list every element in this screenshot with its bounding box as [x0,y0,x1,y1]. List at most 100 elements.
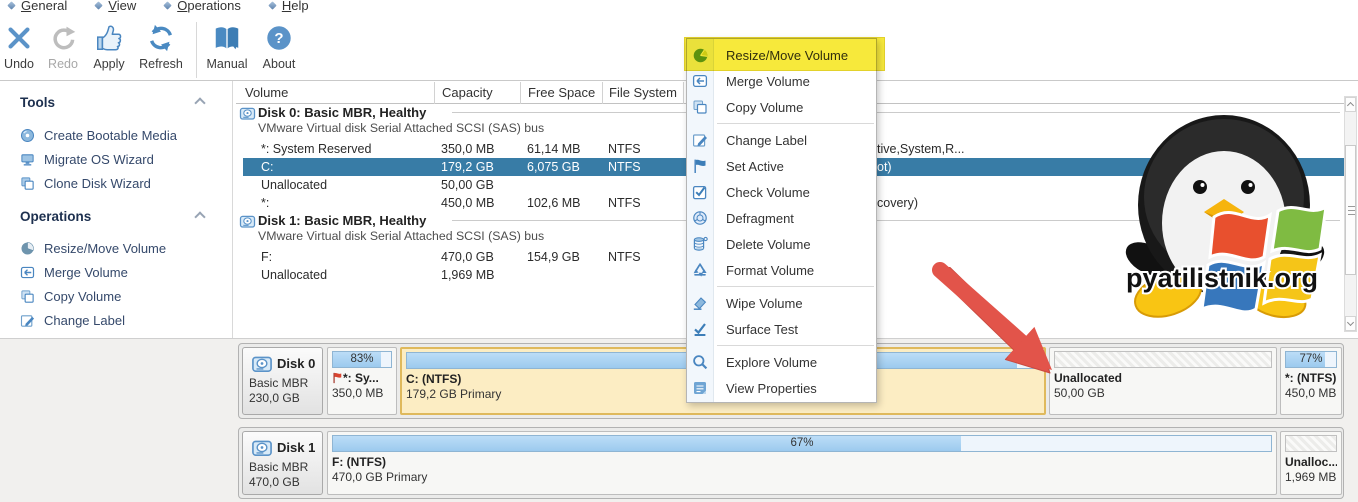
context-item-delete-volume[interactable]: Delete Volume [687,231,876,257]
disk-icon [250,353,274,375]
menu-view-label: View [108,0,136,13]
usage-bar: 83% [332,351,392,368]
usage-bar: 67% [332,435,1272,452]
sidebar-item-create-bootable-media[interactable]: Create Bootable Media [0,123,233,147]
sidebar-item-resize-move-volume[interactable]: Resize/Move Volume [0,236,233,260]
sidebar-item-copy-volume[interactable]: Copy Volume [0,284,233,308]
menu-diamond-icon [7,1,15,9]
active-flag-icon [332,372,343,384]
partition-label: Unalloc... [1285,455,1337,469]
context-item-set-active[interactable]: Set Active [687,153,876,179]
context-item-merge-volume[interactable]: Merge Volume [687,68,876,94]
context-item-copy-volume[interactable]: Copy Volume [687,94,876,120]
manual-button[interactable]: Manual [203,20,251,71]
chevron-up-icon [1347,102,1354,109]
menu-separator [717,345,874,346]
redo-button[interactable]: Redo [44,20,82,71]
merge-icon [20,265,35,280]
menu-help[interactable]: Help [269,0,309,13]
undo-icon [0,20,38,56]
context-item-format-volume[interactable]: Format Volume [687,257,876,283]
menu-general[interactable]: General [8,0,67,13]
chevron-down-icon [1347,319,1354,326]
refresh-button[interactable]: Refresh [132,20,190,71]
disk0-size: 230,0 GB [249,391,322,405]
partition-system-reserved[interactable]: 83% *: Sy... 350,0 MB [327,347,397,415]
context-item-check-volume[interactable]: Check Volume [687,179,876,205]
sidebar-section-tools: Tools [20,95,55,110]
context-item-explore-volume[interactable]: Explore Volume [687,349,876,375]
disk0-title: Disk 0: Basic MBR, Healthy [258,105,426,120]
pencil-icon [20,313,35,328]
disk-icon [239,105,256,122]
menu-separator [717,286,874,287]
apply-button[interactable]: Apply [88,20,130,71]
context-item-resize-move-volume[interactable]: Resize/Move Volume [687,42,876,68]
partition-label: *: (NTFS) [1285,371,1337,385]
menu-general-label: General [21,0,67,13]
sidebar-item-merge-volume[interactable]: Merge Volume [0,260,233,284]
context-item-defragment[interactable]: Defragment [687,205,876,231]
column-free-space[interactable]: Free Space [528,85,595,100]
sidebar-item-migrate-os-wizard[interactable]: Migrate OS Wizard [0,147,233,171]
redo-label: Redo [44,57,82,71]
column-capacity[interactable]: Capacity [442,85,493,100]
about-button[interactable]: About [257,20,301,71]
menu-help-label: Help [282,0,309,13]
partition-size: 1,969 MB [1285,470,1337,484]
disk1-size: 470,0 GB [249,475,322,489]
partition-label: *: Sy... [343,371,379,385]
column-file-system[interactable]: File System [609,85,677,100]
collapse-operations-icon[interactable] [194,211,205,222]
menu-separator [717,123,874,124]
partition-f-drive[interactable]: 67% F: (NTFS) 470,0 GB Primary [327,431,1277,495]
partition-unallocated-disk0[interactable]: Unallocated 50,00 GB [1049,347,1277,415]
disk-map-panel: Disk 0 Basic MBR 230,0 GB 83% *: Sy... 3… [0,338,1358,502]
magnifier-icon [692,354,708,370]
sidebar-item-clone-disk-wizard[interactable]: Clone Disk Wizard [0,171,233,195]
menu-operations-label: Operations [177,0,241,13]
toolbar: Undo Redo Apply Refresh Manual About [0,14,1358,80]
disk1-info-block[interactable]: Disk 1 Basic MBR 470,0 GB [242,431,323,495]
sidebar-item-label: Clone Disk Wizard [44,176,151,191]
merge-icon [692,73,708,89]
context-item-surface-test[interactable]: Surface Test [687,316,876,342]
sidebar-item-label: Copy Volume [44,289,121,304]
scroll-down-button[interactable] [1345,316,1356,331]
partition-size: 470,0 GB Primary [332,470,1272,484]
scroll-up-button[interactable] [1345,97,1356,112]
collapse-tools-icon[interactable] [194,97,205,108]
sidebar-item-label: Create Bootable Media [44,128,177,143]
context-item-wipe-volume[interactable]: Wipe Volume [687,290,876,316]
recycle-icon [692,262,708,278]
partition-unallocated-disk1[interactable]: Unalloc... 1,969 MB [1280,431,1342,495]
copy-icon [692,99,708,115]
vertical-scrollbar[interactable] [1344,96,1357,332]
unallocated-bar [1285,435,1337,452]
toolbar-separator [196,22,197,78]
scrollbar-thumb[interactable] [1345,145,1356,275]
undo-button[interactable]: Undo [0,20,38,71]
disk0-subtitle: VMware Virtual disk Serial Attached SCSI… [258,121,544,135]
disk0-type: Basic MBR [249,376,322,390]
partition-size: 450,0 MB [1285,386,1337,400]
disk1-type: Basic MBR [249,460,322,474]
context-item-view-properties[interactable]: View Properties [687,375,876,401]
sidebar-item-label: Change Label [44,313,125,328]
context-item-change-label[interactable]: Change Label [687,127,876,153]
sidebar-item-change-label[interactable]: Change Label [0,308,233,332]
resize-pie-icon [20,241,35,256]
disk-icon [239,213,256,230]
disk1-bar-row: Disk 1 Basic MBR 470,0 GB 67% F: (NTFS) … [238,427,1344,499]
apply-icon [88,20,130,56]
disk0-info-block[interactable]: Disk 0 Basic MBR 230,0 GB [242,347,323,415]
pencil-icon [692,132,708,148]
partition-label: Unallocated [1054,371,1272,385]
partition-size: 50,00 GB [1054,386,1272,400]
sidebar-item-label: Resize/Move Volume [44,241,166,256]
menu-operations[interactable]: Operations [164,0,241,13]
menu-view[interactable]: View [95,0,136,13]
column-volume[interactable]: Volume [245,85,288,100]
partition-recovery[interactable]: 77% *: (NTFS) 450,0 MB [1280,347,1342,415]
refresh-label: Refresh [132,57,190,71]
